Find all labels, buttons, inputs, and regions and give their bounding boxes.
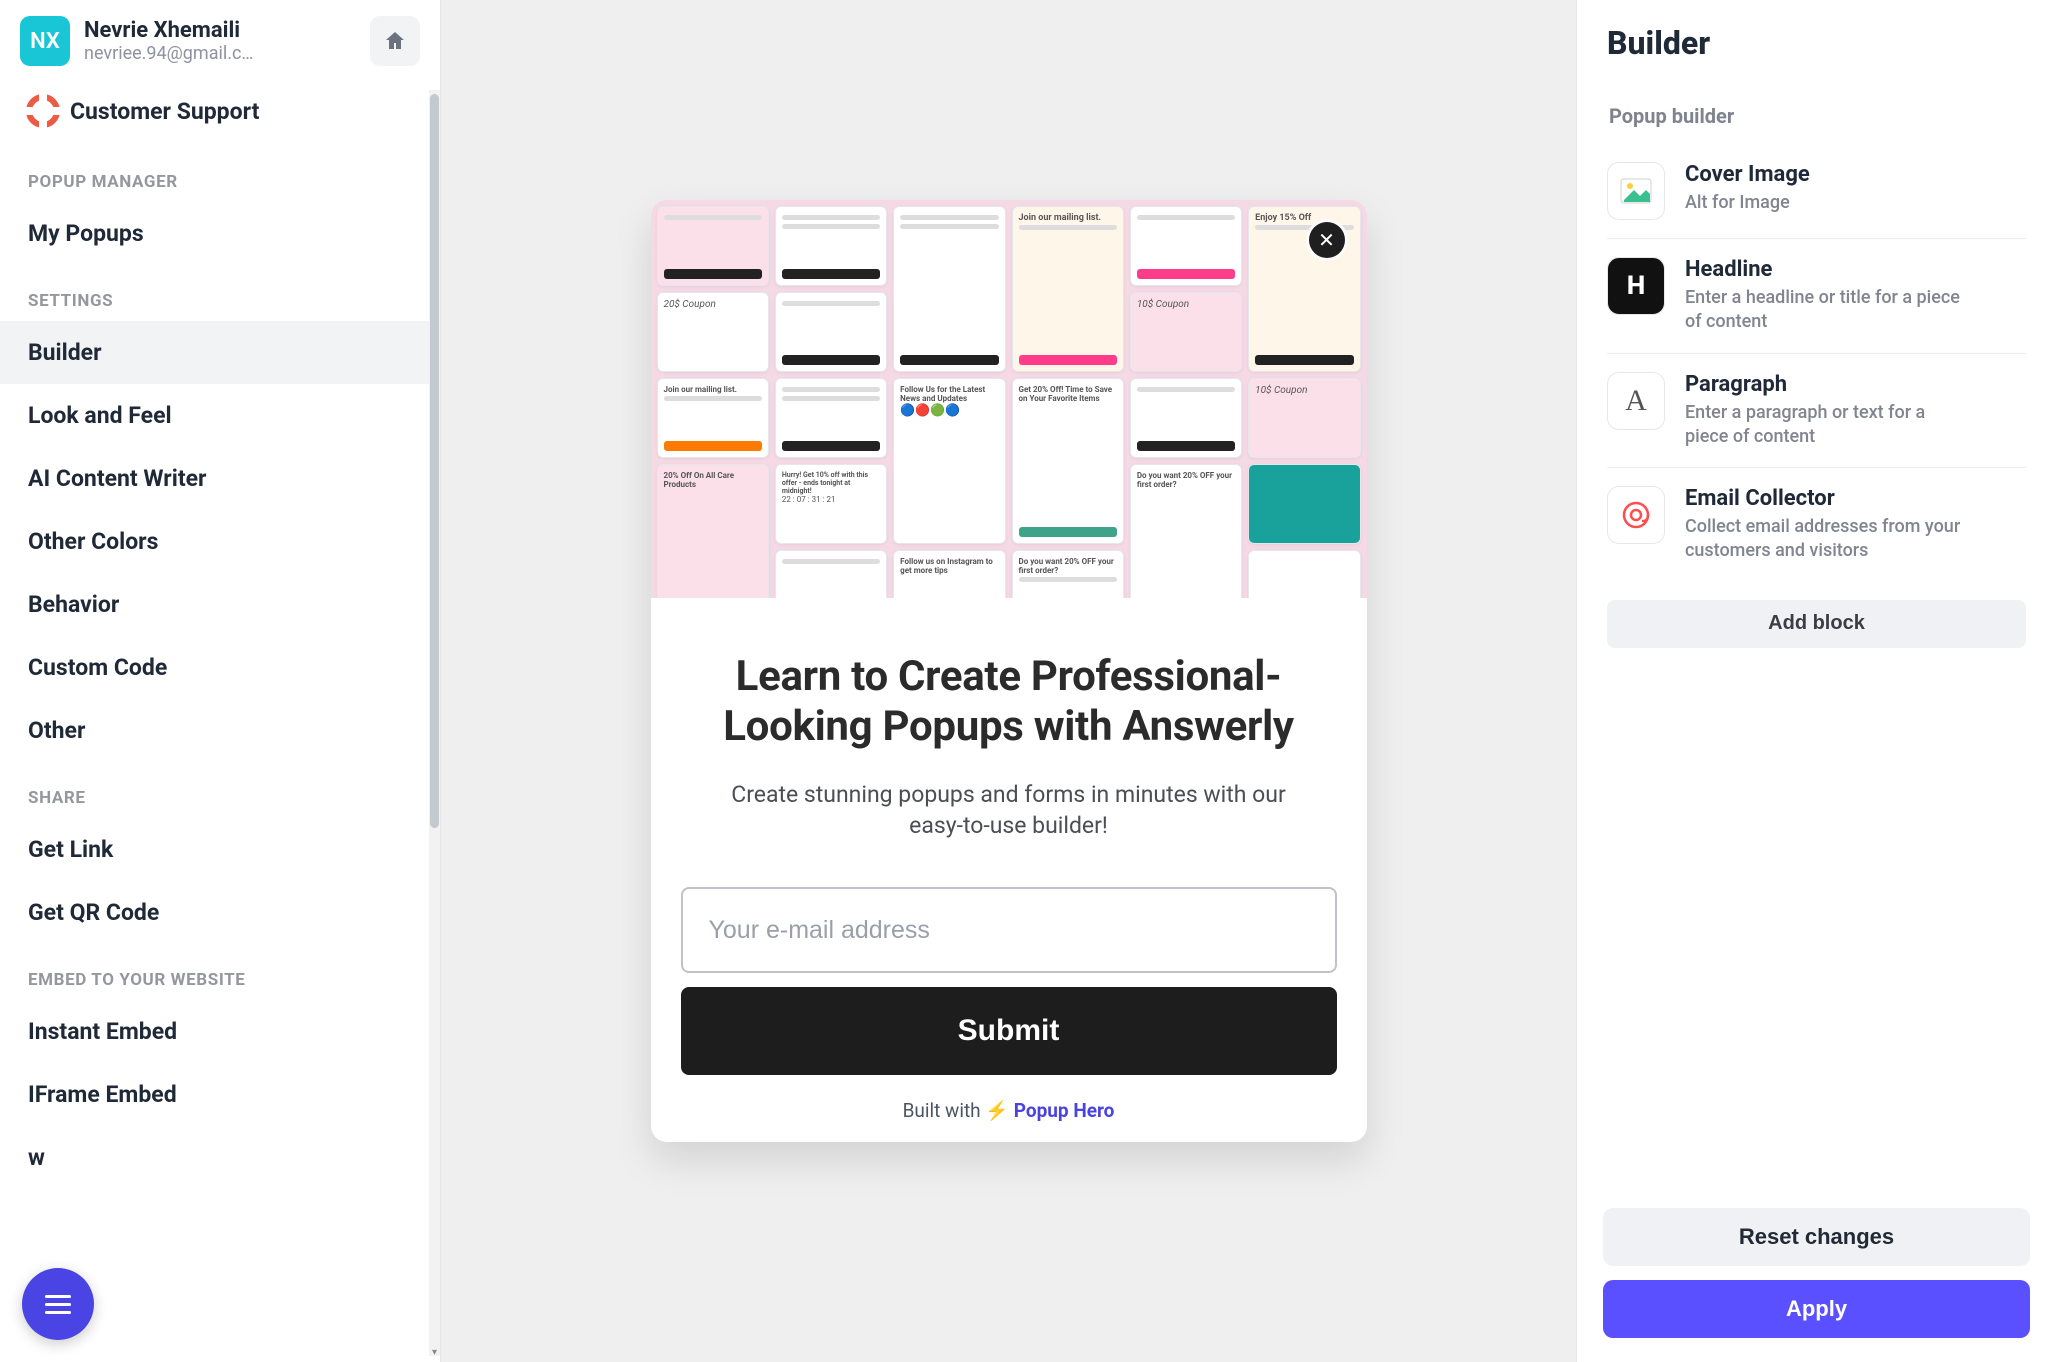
lifering-icon — [26, 94, 60, 128]
preview-canvas: Join our mailing list. Enjoy 15% Off 20$… — [441, 0, 1576, 1362]
popup-headline: Learn to Create Professional-Looking Pop… — [687, 652, 1331, 751]
block-desc: Enter a headline or title for a piece of… — [1685, 286, 1965, 335]
apply-button[interactable]: Apply — [1603, 1280, 2030, 1338]
collage-tile: Do you want 20% OFF your first order? — [1012, 550, 1124, 598]
collage-tile — [775, 550, 887, 598]
sidebar-item-look-and-feel[interactable]: Look and Feel — [0, 384, 440, 447]
section-label-share: SHARE — [0, 762, 440, 818]
collage-tile: Hurry! Get 10% off with this offer - end… — [775, 464, 887, 544]
popup-hero-link[interactable]: Popup Hero — [1014, 1099, 1115, 1122]
collage-tile: 20$ Coupon — [657, 292, 769, 372]
collage-tile: Do you want 20% OFF your first order? — [1130, 464, 1242, 598]
panel-actions: Reset changes Apply — [1597, 1208, 2036, 1338]
collage-tile — [1248, 550, 1360, 598]
home-button[interactable] — [370, 16, 420, 66]
block-paragraph[interactable]: A Paragraph Enter a paragraph or text fo… — [1607, 354, 2026, 469]
add-block-button[interactable]: Add block — [1607, 600, 2026, 648]
popup-body: Learn to Create Professional-Looking Pop… — [651, 598, 1367, 1142]
headline-icon: H — [1607, 257, 1665, 315]
collage-tile: Join our mailing list. — [657, 378, 769, 458]
submit-button[interactable]: Submit — [681, 987, 1337, 1075]
user-info[interactable]: Nevrie Xhemaili nevriee.94@gmail.c… — [84, 18, 356, 64]
user-avatar[interactable]: NX — [20, 16, 70, 66]
panel-subtitle: Popup builder — [1609, 104, 2024, 128]
user-name: Nevrie Xhemaili — [84, 18, 356, 43]
reset-changes-button[interactable]: Reset changes — [1603, 1208, 2030, 1266]
collage-tile: 10$ Coupon — [1248, 378, 1360, 458]
builder-panel: Builder Popup builder Cover Image Alt fo… — [1576, 0, 2056, 1362]
popup-paragraph: Create stunning popups and forms in minu… — [729, 779, 1289, 841]
menu-fab[interactable] — [22, 1268, 94, 1340]
collage-tile — [893, 206, 1005, 372]
sidebar-item-instant-embed[interactable]: Instant Embed — [0, 1000, 440, 1063]
block-title: Email Collector — [1685, 486, 1965, 511]
sidebar-scrollbar[interactable]: ▾ — [429, 90, 440, 1356]
section-label-popup-manager: POPUP MANAGER — [0, 146, 440, 202]
scrollbar-down-arrow[interactable]: ▾ — [429, 1347, 440, 1358]
sidebar-item-builder[interactable]: Builder — [0, 321, 440, 384]
sidebar-item-get-link[interactable]: Get Link — [0, 818, 440, 881]
sidebar-item-ai-content-writer[interactable]: AI Content Writer — [0, 447, 440, 510]
email-input[interactable] — [681, 887, 1337, 973]
at-icon — [1607, 486, 1665, 544]
block-email-collector[interactable]: Email Collector Collect email addresses … — [1607, 468, 2026, 582]
sidebar-header: NX Nevrie Xhemaili nevriee.94@gmail.c… — [0, 0, 440, 78]
hamburger-icon — [45, 1295, 71, 1314]
block-title: Headline — [1685, 257, 1965, 282]
section-label-embed: EMBED TO YOUR WEBSITE — [0, 944, 440, 1000]
popup-footer: Built with ⚡ Popup Hero — [903, 1099, 1115, 1122]
collage-tile: 10$ Coupon — [1130, 292, 1242, 372]
collage-tile — [775, 378, 887, 458]
sidebar-item-custom-code[interactable]: Custom Code — [0, 636, 440, 699]
block-title: Cover Image — [1685, 162, 1810, 187]
section-label-settings: SETTINGS — [0, 265, 440, 321]
close-icon: ✕ — [1318, 228, 1335, 252]
collage-tile — [775, 292, 887, 372]
sidebar-item-embed-extra[interactable]: w — [0, 1126, 440, 1189]
sidebar-item-other-colors[interactable]: Other Colors — [0, 510, 440, 573]
sidebar-item-other[interactable]: Other — [0, 699, 440, 762]
collage-tile — [657, 206, 769, 286]
sidebar-item-support[interactable]: Customer Support — [0, 78, 440, 146]
collage-tile: Get 20% Off! Time to Save on Your Favori… — [1012, 378, 1124, 544]
image-icon — [1607, 162, 1665, 220]
block-desc: Enter a paragraph or text for a piece of… — [1685, 401, 1965, 450]
collage-tile: Join our mailing list. — [1012, 206, 1124, 372]
collage-tile — [1248, 464, 1360, 544]
sidebar: NX Nevrie Xhemaili nevriee.94@gmail.c… C… — [0, 0, 441, 1362]
collage-tile: Follow us on Instagram to get more tips — [893, 550, 1005, 598]
popup-close-button[interactable]: ✕ — [1309, 222, 1345, 258]
collage-tile — [1130, 378, 1242, 458]
collage-tile — [1130, 206, 1242, 286]
paragraph-icon: A — [1607, 372, 1665, 430]
sidebar-item-get-qr-code[interactable]: Get QR Code — [0, 881, 440, 944]
block-desc: Collect email addresses from your custom… — [1685, 515, 1965, 564]
block-cover-image[interactable]: Cover Image Alt for Image — [1607, 144, 2026, 239]
cover-image-collage: Join our mailing list. Enjoy 15% Off 20$… — [651, 200, 1367, 598]
block-desc: Alt for Image — [1685, 191, 1810, 215]
sidebar-item-behavior[interactable]: Behavior — [0, 573, 440, 636]
home-icon — [383, 29, 407, 53]
block-headline[interactable]: H Headline Enter a headline or title for… — [1607, 239, 2026, 354]
popup-preview: Join our mailing list. Enjoy 15% Off 20$… — [651, 200, 1367, 1142]
user-email: nevriee.94@gmail.c… — [84, 43, 356, 64]
scrollbar-thumb[interactable] — [430, 94, 439, 828]
footer-prefix: Built with — [903, 1099, 986, 1122]
panel-title: Builder — [1607, 24, 2036, 62]
collage-tile: Follow Us for the Latest News and Update… — [893, 378, 1005, 544]
sidebar-item-my-popups[interactable]: My Popups — [0, 202, 440, 265]
collage-tile: Enjoy 15% Off — [1248, 206, 1360, 372]
collage-tile: 20% Off On All Care Products — [657, 464, 769, 598]
block-title: Paragraph — [1685, 372, 1965, 397]
lightning-icon: ⚡ — [985, 1099, 1009, 1122]
sidebar-scroll: Customer Support POPUP MANAGER My Popups… — [0, 78, 440, 1362]
block-list: Cover Image Alt for Image H Headline Ent… — [1607, 144, 2026, 582]
collage-tile — [775, 206, 887, 286]
support-label: Customer Support — [70, 98, 259, 125]
sidebar-item-iframe-embed[interactable]: IFrame Embed — [0, 1063, 440, 1126]
